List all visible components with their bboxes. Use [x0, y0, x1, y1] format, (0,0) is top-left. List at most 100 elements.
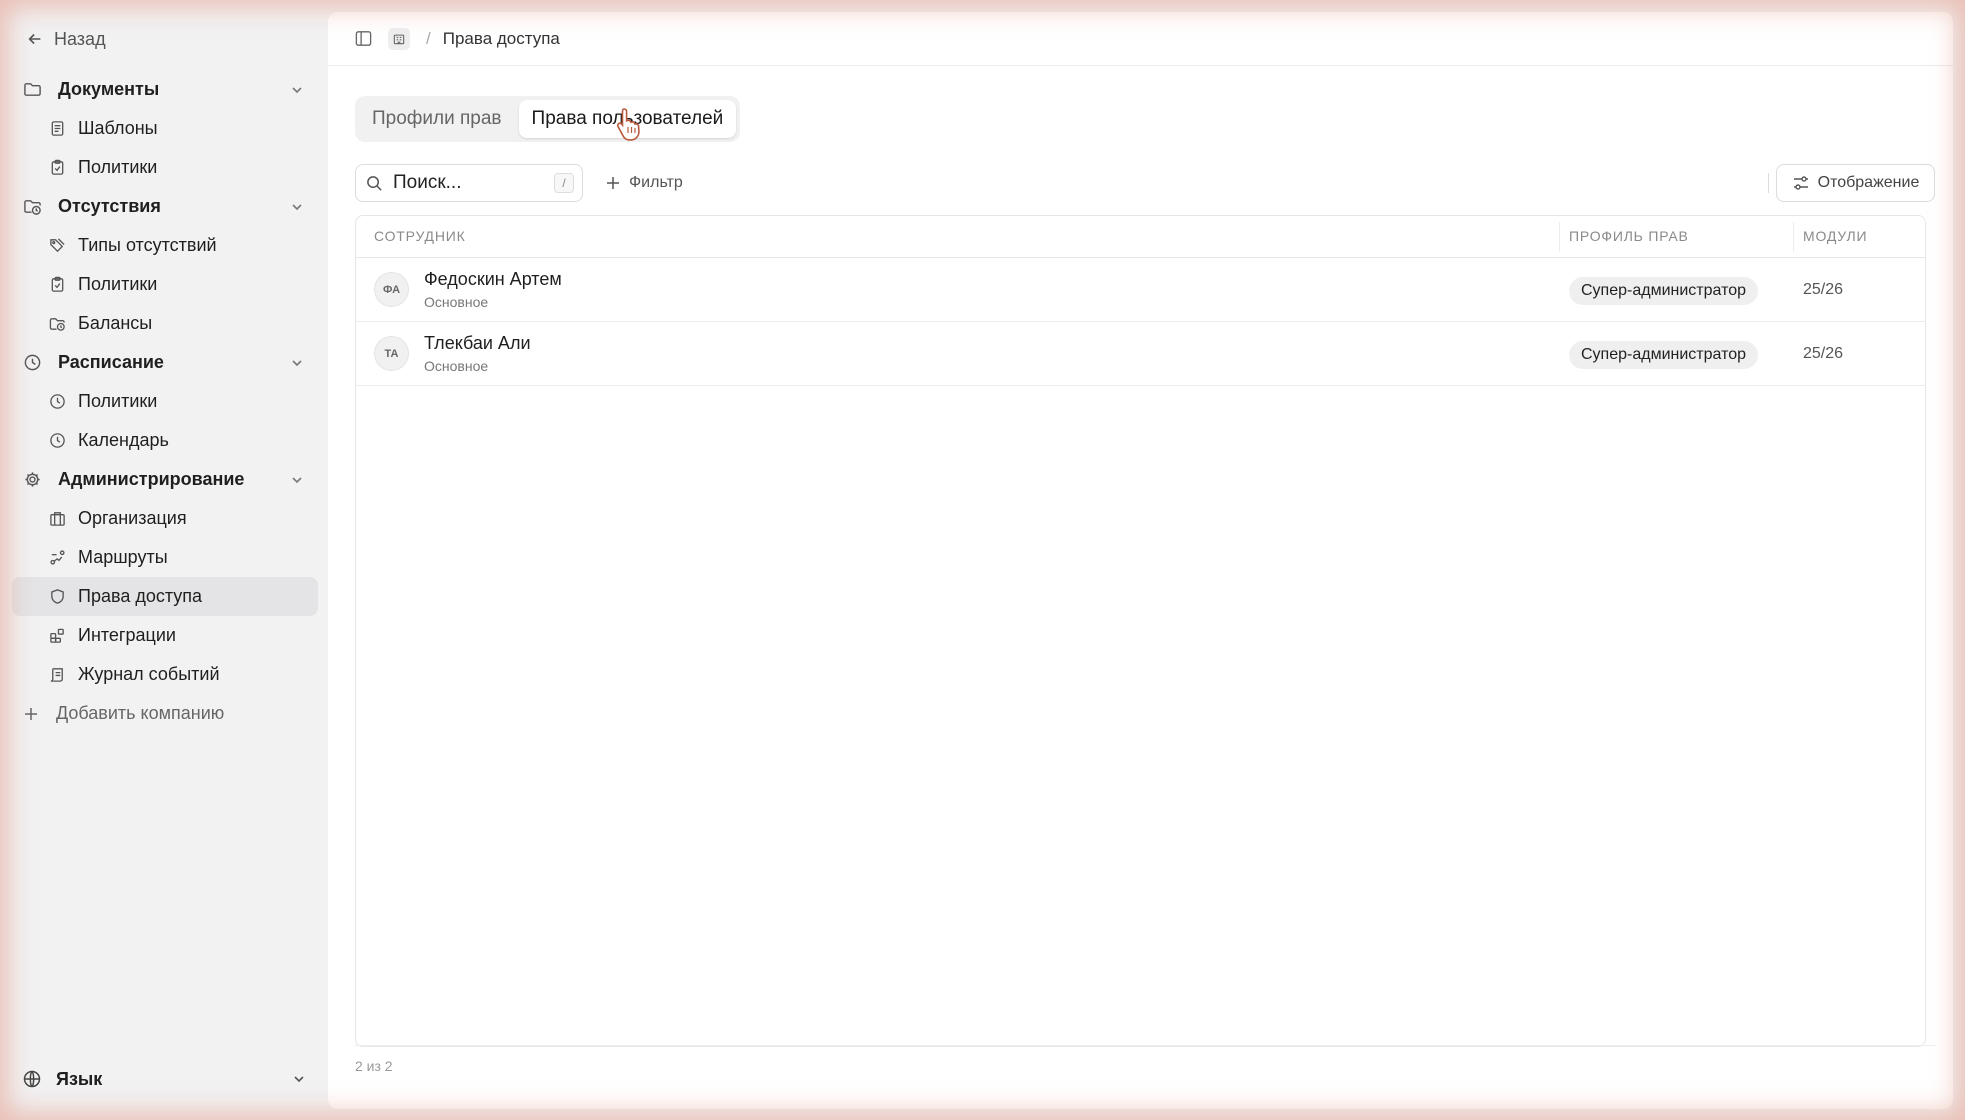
chevron-down-icon[interactable] [290, 200, 304, 214]
display-options-button[interactable]: Отображение [1776, 164, 1935, 202]
nav-head-administration[interactable]: Администрирование [12, 460, 318, 499]
sidebar-item-label: Политики [78, 157, 158, 177]
back-button[interactable]: Назад [12, 20, 318, 58]
top-bar: / Права доступа [328, 12, 1953, 66]
filter-label: Фильтр [629, 174, 683, 191]
nav-head-label: Документы [58, 79, 160, 99]
employee-company: Основное [424, 358, 489, 374]
chevron-down-icon [294, 1076, 304, 1083]
language-selector[interactable]: Язык [22, 1061, 306, 1097]
main-panel: / Права доступа Профили прав Права польз… [328, 12, 1953, 1109]
breadcrumb-separator: / [426, 28, 431, 48]
footer-divider [355, 1045, 1935, 1046]
add-company-button[interactable]: Добавить компанию [12, 694, 318, 733]
sidebar-item-doc-policies[interactable]: Политики [12, 148, 318, 187]
folder-clock-icon [48, 315, 66, 333]
folder-clock-icon [22, 197, 42, 217]
sidebar-item-event-log[interactable]: Журнал событий [12, 655, 318, 694]
modules-count: 25/26 [1803, 281, 1844, 298]
nav-head-absences[interactable]: Отсутствия [12, 187, 318, 226]
table-header: СОТРУДНИК ПРОФИЛЬ ПРАВ МОДУЛИ [356, 216, 1925, 258]
column-header-profile[interactable]: ПРОФИЛЬ ПРАВ [1569, 228, 1689, 244]
sidebar-item-access-rights[interactable]: Права доступа [12, 577, 318, 616]
sidebar-item-organization[interactable]: Организация [12, 499, 318, 538]
search-box[interactable]: / [355, 164, 583, 202]
sidebar-item-absence-policies[interactable]: Политики [12, 265, 318, 304]
route-icon [48, 549, 66, 567]
tab-profiles[interactable]: Профили прав [359, 100, 515, 138]
sidebar-item-label: Шаблоны [78, 118, 158, 138]
nav-section-administration: Администрирование Организация Маршруты П… [12, 460, 318, 694]
sidebar-item-label: Права доступа [78, 586, 203, 606]
filter-button[interactable]: Фильтр [599, 164, 689, 202]
folder-icon [22, 80, 42, 100]
breadcrumb-current: Права доступа [442, 28, 560, 48]
nav-section-absences: Отсутствия Типы отсутствий Политики Бала… [12, 187, 318, 343]
user-rights-table: СОТРУДНИК ПРОФИЛЬ ПРАВ МОДУЛИ ФА Федоски… [355, 215, 1926, 1047]
clock-icon [22, 353, 42, 373]
modules-count: 25/26 [1803, 345, 1844, 362]
nav-section-schedule: Расписание Политики Календарь [12, 343, 318, 460]
sidebar-item-templates[interactable]: Шаблоны [12, 109, 318, 148]
employee-company: Основное [424, 294, 489, 310]
search-shortcut-hint: / [554, 173, 574, 193]
arrow-left-icon [28, 33, 41, 45]
nav-section-documents: Документы Шаблоны Политики [12, 70, 318, 187]
back-label: Назад [54, 28, 106, 49]
sidebar-item-balances[interactable]: Балансы [12, 304, 318, 343]
display-label: Отображение [1817, 174, 1920, 191]
chevron-down-icon[interactable] [290, 473, 304, 487]
clock-icon [48, 393, 66, 411]
clipboard-icon [48, 159, 66, 177]
sidebar-item-label: Календарь [78, 430, 169, 450]
search-icon [367, 175, 382, 191]
sidebar-item-schedule-policies[interactable]: Политики [12, 382, 318, 421]
sidebar-item-integrations[interactable]: Интеграции [12, 616, 318, 655]
sidebar-item-label: Политики [78, 391, 158, 411]
sidebar-item-label: Балансы [78, 313, 153, 333]
globe-icon [23, 1070, 41, 1088]
shield-icon [48, 588, 66, 606]
chevron-down-icon[interactable] [290, 356, 304, 370]
sidebar-item-calendar[interactable]: Календарь [12, 421, 318, 460]
sidebar-item-label: Интеграции [78, 625, 176, 645]
column-header-employee[interactable]: СОТРУДНИК [374, 228, 466, 244]
clock-icon [48, 432, 66, 450]
building-icon[interactable] [388, 27, 410, 50]
table-row[interactable]: ТА Тлекбаи Али Основное Супер-администра… [356, 322, 1925, 386]
sidebar-item-routes[interactable]: Маршруты [12, 538, 318, 577]
nav-head-label: Отсутствия [58, 196, 161, 216]
document-icon [48, 120, 66, 138]
profile-badge: Супер-администратор [1569, 277, 1759, 305]
column-separator [1559, 222, 1560, 252]
nav-head-documents[interactable]: Документы [12, 70, 318, 109]
chevron-down-icon[interactable] [290, 83, 304, 97]
toolbar: / Фильтр Отображение [355, 164, 1935, 202]
clipboard-icon [48, 276, 66, 294]
table-row[interactable]: ФА Федоскин Артем Основное Супер-админис… [356, 258, 1925, 322]
sidebar-item-label: Организация [78, 508, 187, 528]
column-separator [1793, 222, 1794, 252]
gear-icon [22, 470, 42, 490]
toolbar-divider [1768, 173, 1769, 193]
nav-head-label: Расписание [58, 352, 164, 372]
tabs: Профили прав Права пользователей [355, 96, 741, 142]
avatar: ТА [374, 336, 409, 371]
nav-head-schedule[interactable]: Расписание [12, 343, 318, 382]
employee-name: Тлекбаи Али [424, 333, 531, 353]
language-label: Язык [56, 1068, 103, 1089]
plus-icon [607, 177, 619, 189]
sidebar-item-label: Журнал событий [78, 664, 220, 684]
mouse-cursor-icon [616, 108, 640, 141]
tags-icon [48, 237, 66, 255]
blocks-icon [48, 627, 66, 645]
sidebar-item-label: Маршруты [78, 547, 168, 567]
employee-name: Федоскин Артем [424, 269, 562, 289]
sidebar-item-absence-types[interactable]: Типы отсутствий [12, 226, 318, 265]
column-header-modules[interactable]: МОДУЛИ [1803, 228, 1867, 244]
building-icon [48, 510, 66, 528]
sidebar-item-label: Политики [78, 274, 158, 294]
search-input[interactable] [393, 172, 554, 194]
sidebar-toggle-icon[interactable] [352, 28, 374, 50]
sidebar: Назад Документы Шаблоны Политики Отсутст… [0, 0, 328, 1120]
